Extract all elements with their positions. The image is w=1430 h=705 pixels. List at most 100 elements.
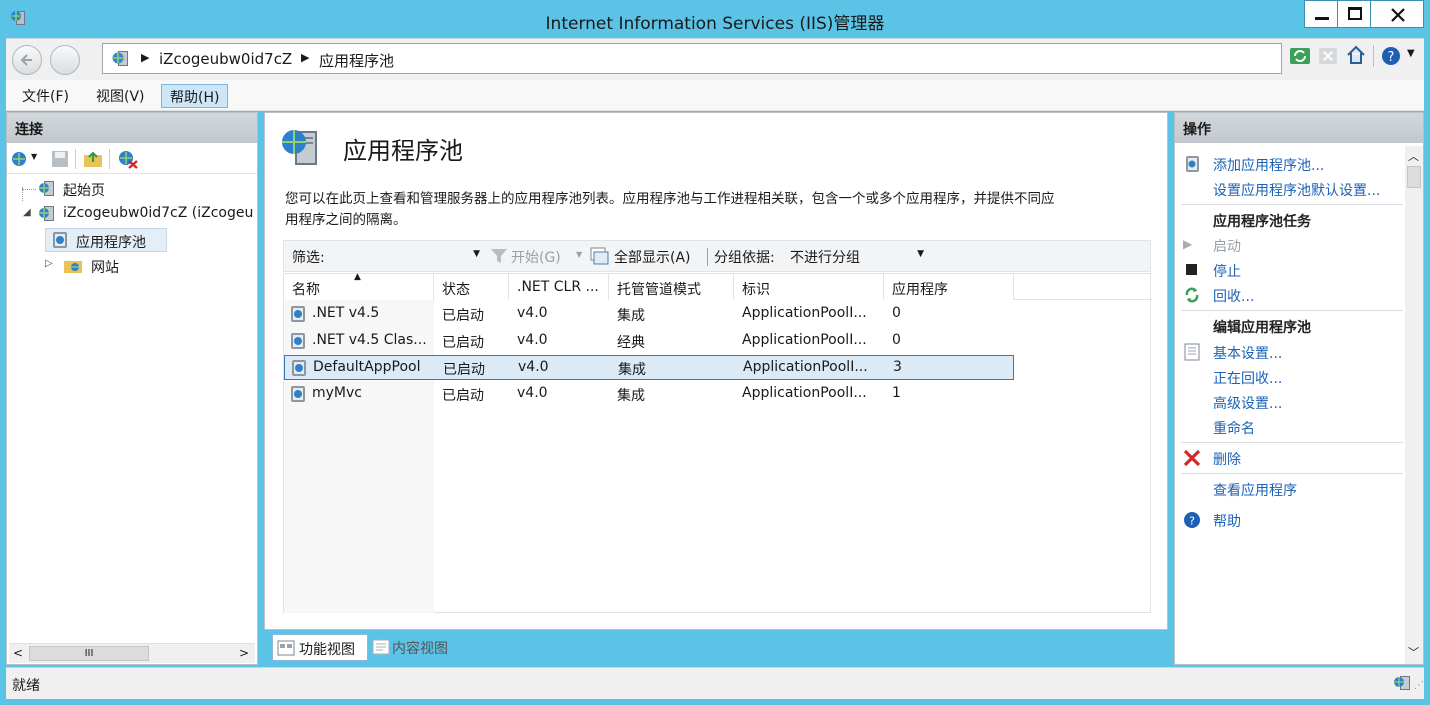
stop-link[interactable]: 停止 bbox=[1213, 261, 1241, 281]
scroll-right-icon[interactable]: > bbox=[239, 646, 249, 660]
column-header-status[interactable]: 状态 bbox=[434, 274, 509, 300]
cell-pipeline: 集成 bbox=[617, 308, 645, 324]
filter-dropdown-icon[interactable]: ▼ bbox=[473, 249, 480, 259]
tree-item-sites[interactable]: ▷ 网站 bbox=[37, 255, 237, 277]
recycling-link[interactable]: 正在回收... bbox=[1213, 368, 1282, 388]
resize-grip-icon[interactable]: ⋰ bbox=[1414, 680, 1424, 691]
back-button[interactable] bbox=[12, 45, 42, 75]
delete-link[interactable]: 删除 bbox=[1213, 449, 1241, 469]
recycle-link[interactable]: 回收... bbox=[1213, 286, 1254, 306]
stop-icon[interactable] bbox=[1318, 47, 1338, 65]
minimize-button[interactable] bbox=[1304, 0, 1338, 28]
view-apps-link[interactable]: 查看应用程序 bbox=[1213, 480, 1297, 500]
scroll-left-icon[interactable]: < bbox=[13, 646, 23, 660]
maximize-icon bbox=[1348, 7, 1362, 20]
help-dropdown-icon[interactable]: ▼ bbox=[1407, 48, 1415, 59]
tree-item-app-pools[interactable]: 应用程序池 bbox=[45, 228, 167, 252]
home-icon[interactable] bbox=[1346, 45, 1366, 65]
disconnect-icon[interactable] bbox=[117, 149, 139, 169]
breadcrumb-server[interactable]: iZcogeubw0id7cZ bbox=[159, 50, 292, 68]
connections-panel: 连接 ▼ 起始页 ◢ iZcogeubw0id7cZ (iZcogeu 应用程序… bbox=[6, 112, 258, 665]
column-header-clr[interactable]: .NET CLR ... bbox=[509, 274, 609, 300]
scroll-thumb[interactable]: III bbox=[29, 646, 149, 661]
actions-vscrollbar[interactable]: ︿ ﹀ bbox=[1405, 146, 1423, 664]
set-pool-defaults-link[interactable]: 设置应用程序池默认设置... bbox=[1213, 180, 1380, 200]
actions-separator bbox=[1181, 473, 1403, 474]
cell-apps: 1 bbox=[892, 384, 901, 401]
show-all-icon bbox=[590, 247, 609, 265]
filter-input[interactable]: ▼ bbox=[334, 244, 484, 268]
tree-label-server: iZcogeubw0id7cZ (iZcogeu bbox=[63, 205, 254, 221]
features-view-label: 功能视图 bbox=[299, 642, 355, 658]
expanded-arrow-icon[interactable]: ◢ bbox=[23, 207, 31, 218]
connections-toolbar: ▼ bbox=[7, 144, 257, 174]
status-text: 就绪 bbox=[12, 678, 40, 694]
table-row[interactable]: .NET v4.5 已启动 v4.0 集成 ApplicationPoolI... 0 bbox=[284, 302, 1014, 327]
cell-clr: v4.0 bbox=[517, 331, 548, 348]
column-header-identity[interactable]: 标识 bbox=[734, 274, 884, 300]
connections-hscrollbar[interactable]: < III > bbox=[9, 643, 255, 663]
menu-view[interactable]: 视图(V) bbox=[88, 84, 153, 108]
connect-dropdown-icon[interactable]: ▼ bbox=[31, 152, 37, 161]
cell-identity: ApplicationPoolI... bbox=[742, 331, 867, 348]
cell-apps: 0 bbox=[892, 305, 901, 321]
cell-identity: ApplicationPoolI... bbox=[742, 305, 867, 321]
cell-pipeline: 集成 bbox=[617, 387, 645, 404]
breadcrumb-app-pools[interactable]: 应用程序池 bbox=[319, 50, 394, 71]
actions-separator bbox=[1181, 204, 1403, 205]
filter-label: 筛选: bbox=[292, 250, 325, 266]
basic-settings-icon bbox=[1184, 343, 1200, 361]
show-all-button[interactable]: 全部显示(A) bbox=[614, 247, 691, 267]
menu-file[interactable]: 文件(F) bbox=[14, 84, 77, 108]
features-view-icon bbox=[277, 640, 295, 656]
forward-button[interactable] bbox=[50, 45, 80, 75]
start-filter-button[interactable]: 开始(G) bbox=[511, 247, 561, 267]
save-icon[interactable] bbox=[51, 150, 69, 168]
content-view-tab[interactable]: 内容视图 bbox=[370, 634, 460, 661]
table-row[interactable]: DefaultAppPool 已启动 v4.0 集成 ApplicationPoolI.… bbox=[284, 355, 1014, 380]
start-page-icon bbox=[39, 181, 54, 196]
menu-help[interactable]: 帮助(H) bbox=[161, 84, 229, 108]
group-by-select[interactable]: 不进行分组 ▼ bbox=[784, 244, 928, 268]
cell-clr: v4.0 bbox=[518, 359, 549, 375]
basic-settings-link[interactable]: 基本设置... bbox=[1213, 343, 1282, 363]
tree-item-start-page[interactable]: 起始页 bbox=[17, 178, 247, 200]
scroll-up-icon[interactable]: ︿ bbox=[1408, 148, 1419, 164]
actions-separator bbox=[1181, 310, 1403, 311]
group-by-dropdown-icon[interactable]: ▼ bbox=[917, 249, 924, 259]
refresh-icon[interactable] bbox=[1289, 47, 1311, 65]
column-header-name[interactable]: 名称 ▲ bbox=[284, 272, 434, 300]
toolbar-separator bbox=[109, 149, 110, 169]
table-row[interactable]: myMvc 已启动 v4.0 集成 ApplicationPoolI... 1 bbox=[284, 382, 1014, 407]
advanced-settings-link[interactable]: 高级设置... bbox=[1213, 393, 1282, 413]
close-button[interactable] bbox=[1370, 0, 1424, 28]
up-folder-icon[interactable] bbox=[83, 150, 103, 168]
start-dropdown-icon[interactable]: ▼ bbox=[576, 250, 582, 259]
collapsed-arrow-icon[interactable]: ▷ bbox=[45, 258, 53, 269]
menu-bar: 文件(F) 视图(V) 帮助(H) bbox=[6, 80, 1424, 111]
connect-icon[interactable] bbox=[11, 150, 29, 168]
column-header-pipeline[interactable]: 托管管道模式 bbox=[609, 274, 734, 300]
start-link[interactable]: 启动 bbox=[1213, 236, 1241, 256]
help-link[interactable]: 帮助 bbox=[1213, 511, 1241, 531]
scroll-thumb[interactable] bbox=[1407, 166, 1421, 188]
app-pools-list: 名称 ▲ 状态 .NET CLR ... 托管管道模式 标识 应用程序 .NET… bbox=[283, 272, 1152, 613]
toolbar-separator bbox=[1373, 45, 1374, 67]
table-row[interactable]: .NET v4.5 Clas... 已启动 v4.0 经典 ApplicationPoo… bbox=[284, 329, 1014, 354]
tree-item-server[interactable]: ◢ iZcogeubw0id7cZ (iZcogeu bbox=[7, 203, 257, 225]
cell-identity: ApplicationPoolI... bbox=[742, 384, 867, 401]
help-icon[interactable]: ? bbox=[1380, 45, 1402, 67]
scroll-down-icon[interactable]: ﹀ bbox=[1408, 644, 1419, 660]
features-view-tab[interactable]: 功能视图 bbox=[272, 634, 368, 661]
rename-link[interactable]: 重命名 bbox=[1213, 418, 1255, 438]
column-header-row: 名称 ▲ 状态 .NET CLR ... 托管管道模式 标识 应用程序 bbox=[284, 272, 1152, 300]
maximize-button[interactable] bbox=[1337, 0, 1371, 28]
cell-name: DefaultAppPool bbox=[313, 359, 421, 375]
column-header-apps[interactable]: 应用程序 bbox=[884, 274, 1014, 300]
stop-square-icon bbox=[1186, 264, 1197, 275]
breadcrumb-separator-icon: ▶ bbox=[141, 51, 150, 64]
address-bar[interactable]: ▶ iZcogeubw0id7cZ ▶ 应用程序池 bbox=[102, 43, 1282, 74]
cell-apps: 0 bbox=[892, 331, 901, 348]
add-app-pool-link[interactable]: 添加应用程序池... bbox=[1213, 155, 1324, 175]
toolbar-separator bbox=[75, 149, 76, 169]
